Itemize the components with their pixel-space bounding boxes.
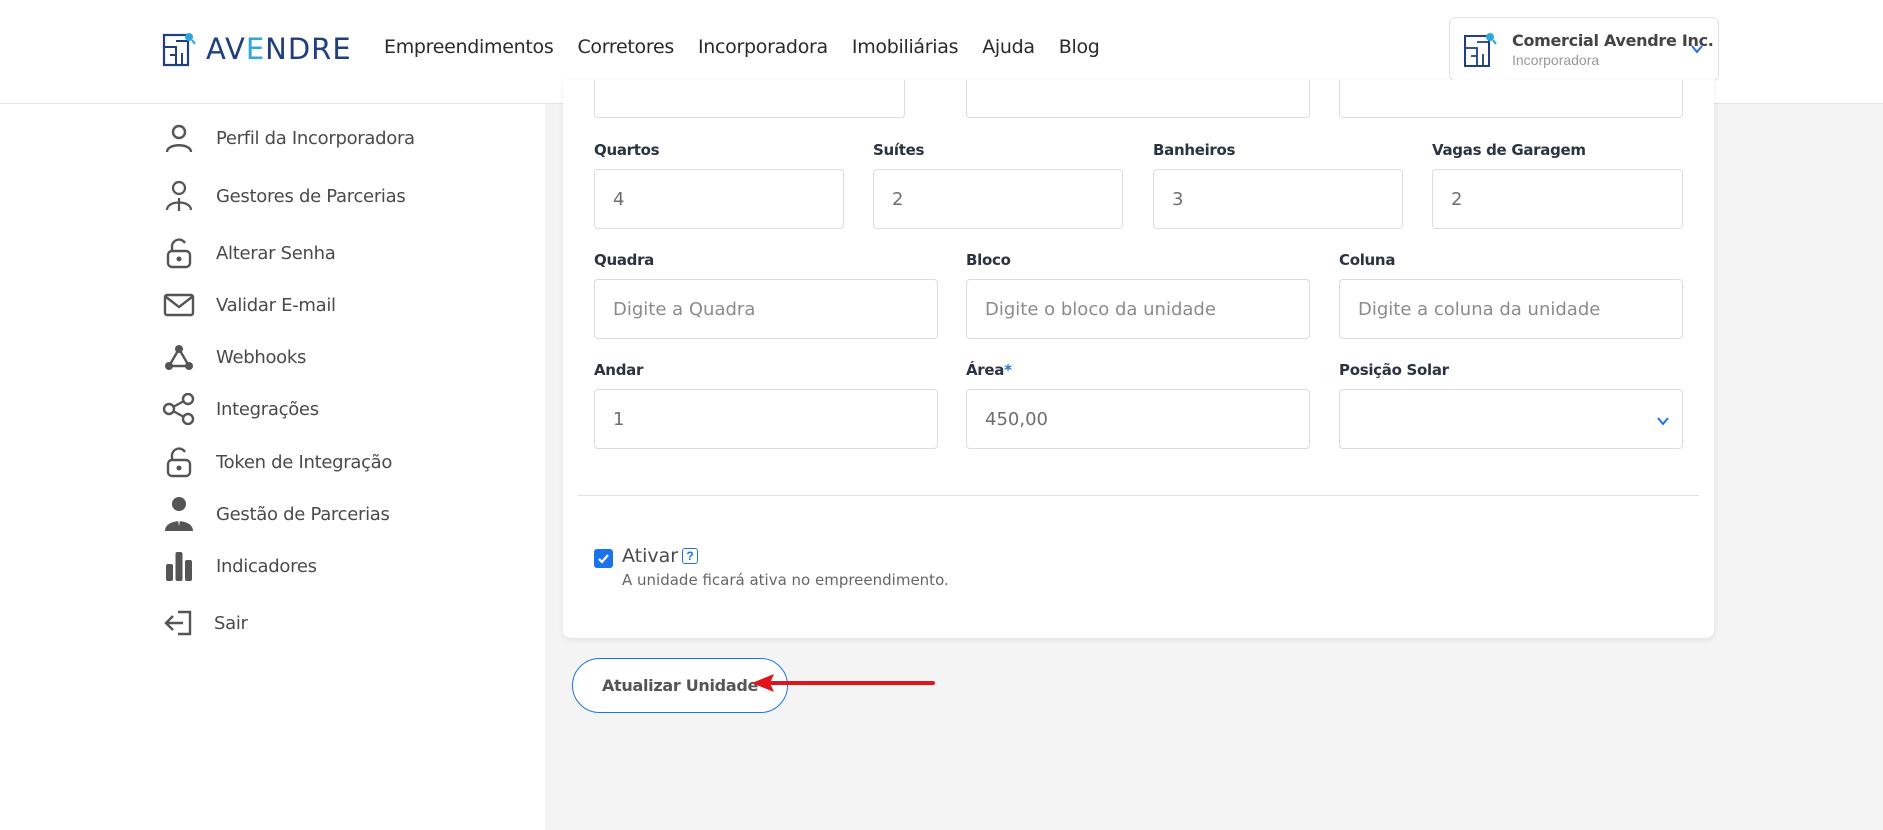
sidebar-item-label: Validar E-mail bbox=[216, 294, 336, 316]
unit-form-card bbox=[563, 80, 1714, 638]
logo-building-icon bbox=[162, 33, 196, 67]
quartos-input[interactable]: 4 bbox=[594, 169, 844, 229]
area-label: Área* bbox=[966, 361, 1012, 379]
help-icon[interactable]: ? bbox=[682, 548, 698, 564]
sidebar-item-gestao-parcerias[interactable]: Gestão de Parcerias bbox=[162, 497, 390, 531]
area-input[interactable]: 450,00 bbox=[966, 389, 1310, 449]
sidebar-item-label: Token de Integração bbox=[216, 451, 393, 473]
sidebar-item-label: Perfil da Incorporadora bbox=[216, 127, 415, 149]
sidebar-item-alterar-senha[interactable]: Alterar Senha bbox=[162, 236, 336, 270]
nav-incorporadora[interactable]: Incorporadora bbox=[698, 36, 828, 58]
nav-blog[interactable]: Blog bbox=[1059, 36, 1100, 58]
vagas-label: Vagas de Garagem bbox=[1432, 141, 1586, 159]
posicao-solar-select[interactable] bbox=[1339, 389, 1683, 449]
andar-input[interactable]: 1 bbox=[594, 389, 938, 449]
building-icon bbox=[1464, 33, 1497, 67]
check-icon bbox=[598, 554, 609, 564]
coluna-label: Coluna bbox=[1339, 251, 1396, 269]
coluna-input[interactable]: Digite a coluna da unidade bbox=[1339, 279, 1683, 339]
businessman-icon bbox=[162, 497, 196, 531]
sidebar-item-gestores[interactable]: Gestores de Parcerias bbox=[162, 179, 406, 213]
posicao-solar-label: Posição Solar bbox=[1339, 361, 1449, 379]
account-menu[interactable]: Comercial Avendre Inc. Incorporadora bbox=[1449, 17, 1719, 81]
andar-label: Andar bbox=[594, 361, 644, 379]
input-partial[interactable] bbox=[594, 80, 905, 118]
main-nav: Empreendimentos Corretores Incorporadora… bbox=[384, 36, 1100, 58]
lock-icon bbox=[162, 445, 196, 479]
logout-icon bbox=[162, 606, 196, 640]
ativar-description: A unidade ficará ativa no empreendimento… bbox=[622, 571, 949, 589]
chevron-down-icon bbox=[1657, 417, 1669, 426]
quartos-label: Quartos bbox=[594, 141, 660, 159]
avendre-logo[interactable]: AVENDRE bbox=[162, 30, 352, 68]
sidebar-item-token-integracao[interactable]: Token de Integração bbox=[162, 445, 392, 479]
sidebar-item-label: Sair bbox=[214, 612, 248, 634]
sidebar-item-label: Gestores de Parcerias bbox=[216, 185, 406, 207]
account-name: Comercial Avendre Inc. bbox=[1512, 30, 1714, 50]
webhook-icon bbox=[162, 340, 196, 374]
account-text: Comercial Avendre Inc. Incorporadora bbox=[1512, 31, 1714, 68]
account-role: Incorporadora bbox=[1512, 51, 1600, 68]
sidebar-item-label: Webhooks bbox=[216, 346, 307, 368]
sidebar-item-label: Integrações bbox=[216, 398, 319, 420]
suites-input[interactable]: 2 bbox=[873, 169, 1123, 229]
banheiros-label: Banheiros bbox=[1153, 141, 1236, 159]
banheiros-input[interactable]: 3 bbox=[1153, 169, 1403, 229]
sidebar-item-label: Gestão de Parcerias bbox=[216, 503, 390, 525]
lock-icon bbox=[162, 236, 196, 270]
share-icon bbox=[162, 392, 196, 426]
user-icon bbox=[162, 121, 196, 155]
bar-chart-icon bbox=[162, 549, 196, 583]
input-partial[interactable] bbox=[966, 80, 1310, 118]
sidebar-item-perfil[interactable]: Perfil da Incorporadora bbox=[162, 121, 415, 155]
quadra-input[interactable]: Digite a Quadra bbox=[594, 279, 938, 339]
ativar-label: Ativar bbox=[622, 545, 679, 567]
quadra-label: Quadra bbox=[594, 251, 655, 269]
sidebar-item-sair[interactable]: Sair bbox=[162, 606, 248, 640]
nav-empreendimentos[interactable]: Empreendimentos bbox=[384, 36, 554, 58]
form-divider bbox=[578, 495, 1699, 496]
suites-label: Suítes bbox=[873, 141, 925, 159]
nav-imobiliarias[interactable]: Imobiliárias bbox=[852, 36, 959, 58]
annotation-arrow bbox=[752, 674, 935, 692]
sidebar: Perfil da Incorporadora Gestores de Parc… bbox=[0, 104, 545, 830]
logo-text: AVENDRE bbox=[206, 32, 352, 66]
required-mark: * bbox=[1004, 361, 1012, 379]
ativar-checkbox[interactable] bbox=[594, 549, 613, 568]
manager-icon bbox=[162, 179, 196, 213]
vagas-input[interactable]: 2 bbox=[1432, 169, 1683, 229]
nav-ajuda[interactable]: Ajuda bbox=[982, 36, 1035, 58]
sidebar-item-indicadores[interactable]: Indicadores bbox=[162, 549, 317, 583]
nav-corretores[interactable]: Corretores bbox=[577, 36, 674, 58]
sidebar-item-validar-email[interactable]: Validar E-mail bbox=[162, 288, 336, 322]
input-partial[interactable] bbox=[1339, 80, 1683, 118]
sidebar-item-label: Indicadores bbox=[216, 555, 317, 577]
bloco-input[interactable]: Digite o bloco da unidade bbox=[966, 279, 1310, 339]
sidebar-item-integracoes[interactable]: Integrações bbox=[162, 392, 319, 426]
sidebar-item-webhooks[interactable]: Webhooks bbox=[162, 340, 306, 374]
chevron-down-icon[interactable] bbox=[1690, 42, 1704, 56]
bloco-label: Bloco bbox=[966, 251, 1011, 269]
sidebar-item-label: Alterar Senha bbox=[216, 242, 336, 264]
mail-icon bbox=[162, 288, 196, 322]
